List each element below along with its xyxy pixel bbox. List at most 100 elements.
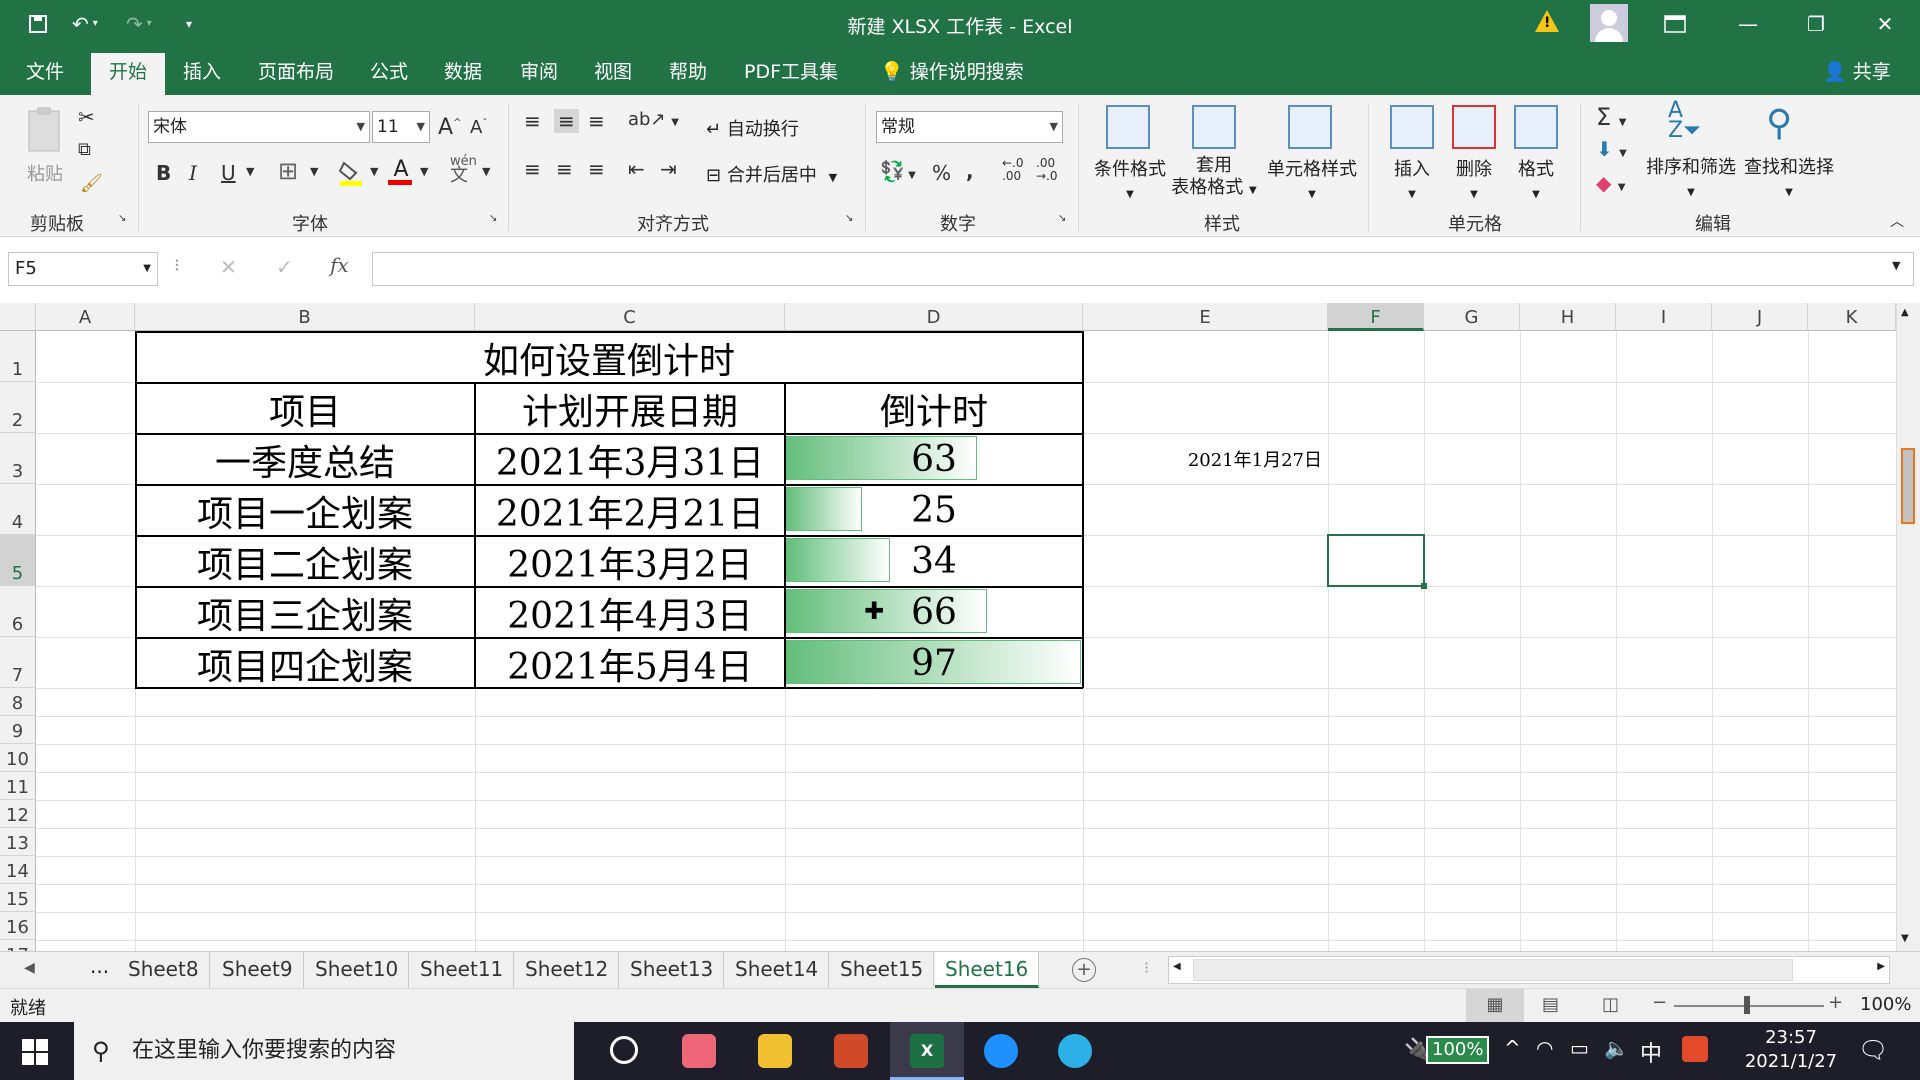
italic-button[interactable]: I xyxy=(189,161,197,185)
notification-icon[interactable]: 🗨 xyxy=(1858,1036,1888,1064)
chevron-down-icon[interactable]: ▼ xyxy=(310,165,318,178)
column-header-d[interactable]: D xyxy=(785,303,1083,331)
autosum-icon[interactable]: Σ ▼ xyxy=(1596,103,1627,131)
scroll-down-icon[interactable]: ▼ xyxy=(1901,933,1909,944)
expand-formula-icon[interactable]: ▼ xyxy=(1892,259,1900,272)
increase-indent-icon[interactable]: ⇥ xyxy=(660,157,677,181)
cell-date[interactable]: 2021年5月4日 xyxy=(475,639,785,688)
cell-item[interactable]: 项目二企划案 xyxy=(135,537,475,586)
normal-view-icon[interactable]: ▦ xyxy=(1466,989,1524,1022)
align-bottom-icon[interactable]: ≡ xyxy=(588,109,605,133)
collapse-ribbon-icon[interactable]: ︿ xyxy=(1890,211,1904,231)
sheet-tab[interactable]: Sheet9 xyxy=(212,952,304,988)
column-header-a[interactable]: A xyxy=(36,303,135,331)
column-header-i[interactable]: I xyxy=(1616,303,1712,331)
fill-handle[interactable] xyxy=(1421,583,1427,589)
tab-formulas[interactable]: 公式 xyxy=(362,47,416,95)
row-header-9[interactable]: 9 xyxy=(0,716,36,744)
chevron-down-icon[interactable]: ▼ xyxy=(420,165,428,178)
decrease-indent-icon[interactable]: ⇤ xyxy=(628,157,645,181)
zoom-in-icon[interactable]: + xyxy=(1828,992,1843,1013)
format-as-table-button[interactable]: 套用 表格格式 ▼ xyxy=(1166,155,1262,202)
name-box[interactable]: F5 ▼ xyxy=(8,252,158,286)
sort-filter-button[interactable]: 排序和筛选 ▼ xyxy=(1644,153,1738,200)
accounting-format-icon[interactable]: 💱 ▼ xyxy=(880,159,916,183)
worksheet-grid[interactable]: A B C D E F G H I J K 1 2 3 4 5 6 7 8 9 … xyxy=(0,303,1920,951)
warning-icon[interactable] xyxy=(1535,10,1559,32)
row-header-17[interactable]: 17 xyxy=(0,940,36,951)
cell-item[interactable]: 一季度总结 xyxy=(135,435,475,484)
row-header-12[interactable]: 12 xyxy=(0,800,36,828)
file-explorer-icon[interactable] xyxy=(758,1034,792,1068)
browser-icon[interactable] xyxy=(984,1034,1018,1068)
row-header-8[interactable]: 8 xyxy=(0,688,36,716)
column-header-f[interactable]: F xyxy=(1328,303,1424,331)
column-header-h[interactable]: H xyxy=(1520,303,1616,331)
volume-icon[interactable]: 🔈 xyxy=(1604,1036,1629,1060)
add-sheet-icon[interactable]: + xyxy=(1072,958,1096,982)
page-break-view-icon[interactable]: ◫ xyxy=(1602,994,1619,1015)
cell-days[interactable]: 25 xyxy=(785,486,1083,535)
cell-date[interactable]: 2021年3月31日 xyxy=(475,435,785,484)
column-header-c[interactable]: C xyxy=(475,303,785,331)
font-size-select[interactable]: 11 ▼ xyxy=(372,111,430,143)
increase-font-icon[interactable]: A^ xyxy=(438,115,461,140)
ie-browser-icon[interactable] xyxy=(1058,1034,1092,1068)
share-button[interactable]: 👤 共享 xyxy=(1815,47,1899,95)
fill-icon[interactable]: ⬇ ▼ xyxy=(1596,137,1627,161)
zoom-slider-thumb[interactable] xyxy=(1744,996,1750,1014)
excel-taskbar-item[interactable]: X xyxy=(890,1022,964,1080)
wifi-icon[interactable]: ◠ xyxy=(1536,1036,1553,1060)
cell-item[interactable]: 项目三企划案 xyxy=(135,588,475,637)
dialog-launcher-icon[interactable]: ↘ xyxy=(1058,213,1066,224)
row-header-5[interactable]: 5 xyxy=(0,535,36,586)
taskbar-search-box[interactable]: ⚲ 在这里输入你要搜索的内容 xyxy=(74,1022,574,1080)
select-all-corner[interactable] xyxy=(0,303,36,331)
row-header-6[interactable]: 6 xyxy=(0,586,36,637)
dialog-launcher-icon[interactable]: ↘ xyxy=(118,213,126,224)
chevron-down-icon[interactable]: ▼ xyxy=(482,165,490,178)
decrease-font-icon[interactable]: Aˇ xyxy=(470,117,487,138)
fill-color-icon[interactable] xyxy=(338,159,364,187)
cell-styles-button[interactable]: 单元格样式 ▼ xyxy=(1262,155,1362,202)
row-header-4[interactable]: 4 xyxy=(0,484,36,535)
cell-days[interactable]: 66 xyxy=(785,588,1083,637)
orientation-icon[interactable]: ab↗ ▼ xyxy=(628,109,679,130)
align-top-icon[interactable]: ≡ xyxy=(524,109,541,133)
header-date[interactable]: 计划开展日期 xyxy=(475,384,785,433)
cell-date[interactable]: 2021年2月21日 xyxy=(475,486,785,535)
chevron-down-icon[interactable]: ▼ xyxy=(370,165,378,178)
cortana-icon[interactable] xyxy=(610,1036,638,1064)
chevron-down-icon[interactable]: ▼ xyxy=(246,165,254,178)
cancel-icon[interactable]: ✕ xyxy=(220,255,237,279)
align-left-icon[interactable]: ≡ xyxy=(524,157,541,181)
close-button[interactable]: ✕ xyxy=(1855,0,1915,47)
clock[interactable]: 23:57 2021/1/27 xyxy=(1736,1026,1846,1074)
font-name-select[interactable]: 宋体 ▼ xyxy=(148,111,370,143)
sheet-tab[interactable]: Sheet15 xyxy=(830,952,935,988)
tab-pdf-tools[interactable]: PDF工具集 xyxy=(736,47,846,95)
scroll-thumb[interactable] xyxy=(1193,959,1793,981)
enter-icon[interactable]: ✓ xyxy=(276,255,293,279)
row-header-7[interactable]: 7 xyxy=(0,637,36,688)
paint-app-icon[interactable] xyxy=(682,1034,716,1068)
sogou-ime-icon[interactable] xyxy=(1682,1036,1708,1062)
more-sheets[interactable]: ... xyxy=(90,954,109,978)
column-header-e[interactable]: E xyxy=(1083,303,1328,331)
paste-button[interactable]: 粘贴 xyxy=(20,105,70,195)
column-header-k[interactable]: K xyxy=(1808,303,1896,331)
border-icon[interactable]: ⊞ xyxy=(278,157,298,185)
row-header-15[interactable]: 15 xyxy=(0,884,36,912)
insert-function-icon[interactable]: fx xyxy=(330,253,349,277)
wrap-text-button[interactable]: ↵ 自动换行 xyxy=(706,115,799,141)
phonetic-icon[interactable]: wén 文 xyxy=(450,155,477,185)
find-select-button[interactable]: 查找和选择 ▼ xyxy=(1742,153,1836,200)
sheet-tab[interactable]: Sheet11 xyxy=(410,952,515,988)
customize-qat-icon[interactable]: ▾ xyxy=(186,0,192,47)
font-color-icon[interactable]: A xyxy=(388,157,414,189)
chevron-up-icon[interactable]: ^ xyxy=(1504,1036,1521,1060)
zoom-out-icon[interactable]: − xyxy=(1652,992,1667,1013)
sheet-tab[interactable]: Sheet12 xyxy=(515,952,620,988)
redo-icon[interactable]: ↷ ▾ xyxy=(126,0,152,47)
cell-today-date[interactable]: 2021年1月27日 xyxy=(1083,433,1328,484)
